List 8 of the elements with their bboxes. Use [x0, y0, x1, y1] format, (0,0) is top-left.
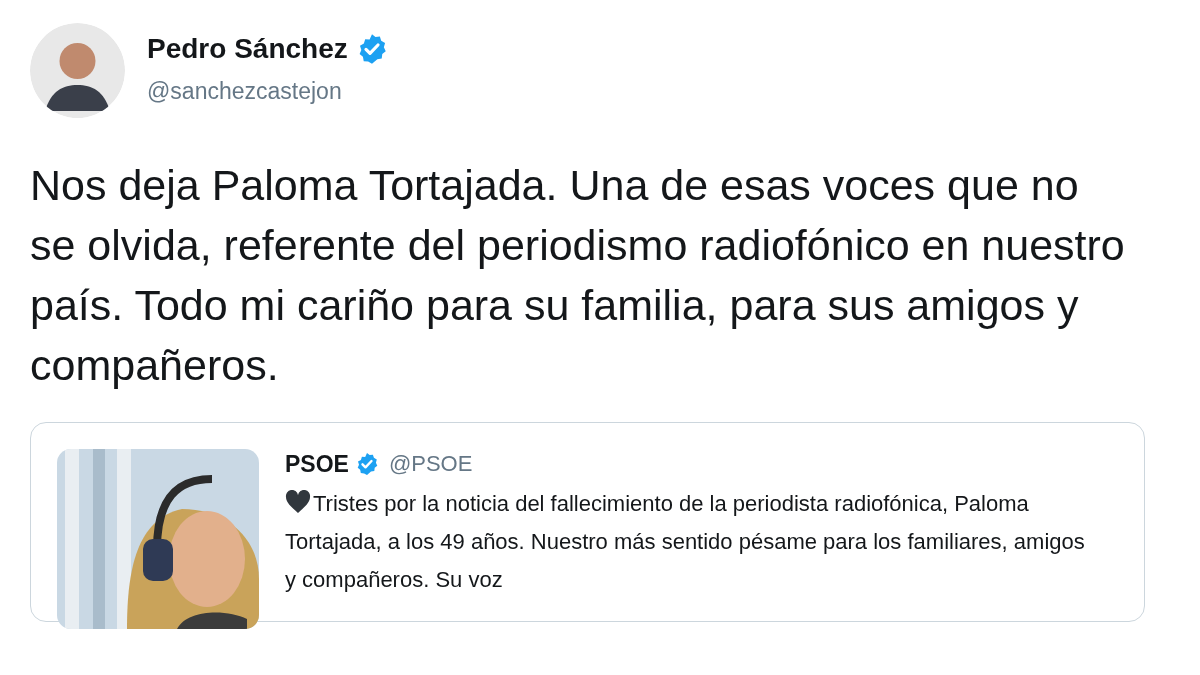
quoted-tweet-text: Tristes por la noticia del fallecimiento de la periodista radiofónica, Paloma Tortajada, a los 49 años. Nuestro más sentido pésame para los familiares, amigos y compañeros. Su voz [285, 489, 1085, 594]
quoted-author-handle[interactable]: @PSOE [388, 449, 473, 479]
author-handle[interactable]: @sanchezcastejon [147, 75, 388, 107]
avatar[interactable] [30, 23, 125, 118]
heart-icon [285, 490, 311, 514]
author-name[interactable]: Pedro Sánchez [147, 31, 348, 67]
quoted-author-name[interactable]: PSOE [285, 449, 349, 479]
tweet-text: Nos deja Paloma Tortajada. Una de esas voces que no se olvida, referente del periodismo radiofónico en nuestro país. Todo mi cariño para su familia, para sus amigos y compañeros. [30, 160, 1126, 391]
